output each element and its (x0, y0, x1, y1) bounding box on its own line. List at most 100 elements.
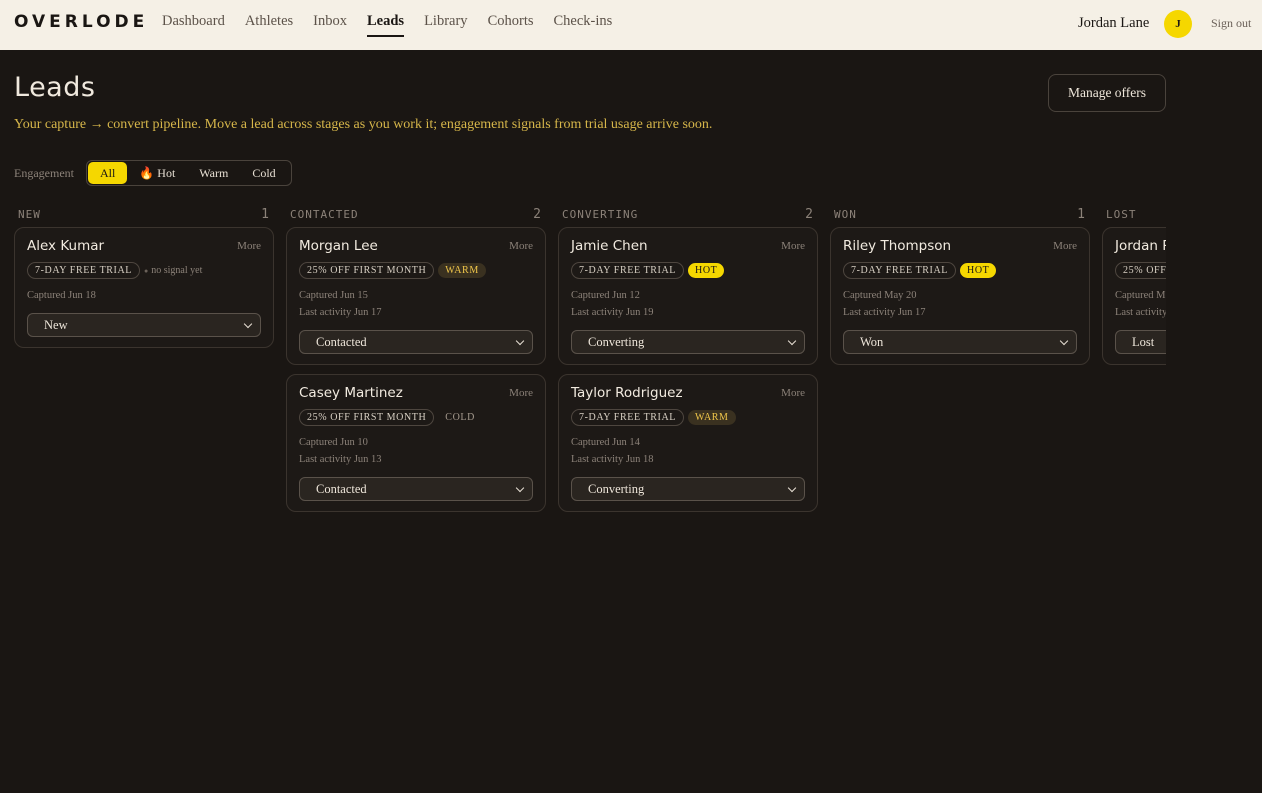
more-button[interactable]: More (781, 387, 805, 399)
nav-inbox[interactable]: Inbox (313, 13, 347, 37)
column-lost: LOST Jordan R 25% OFF Captured M Last ac… (1102, 201, 1166, 374)
last-activity: Last activity Jun 18 (571, 454, 654, 465)
user-name: Jordan Lane (1078, 15, 1150, 31)
lead-tags: 7-DAY FREE TRIAL no signal yet (27, 260, 261, 280)
last-activity: Last activity Jun 17 (843, 307, 926, 318)
column-label: NEW (18, 207, 41, 221)
column-header: NEW 1 (14, 201, 274, 227)
lead-meta: Captured Jun 18 (27, 287, 261, 304)
last-activity: Last activity (1115, 307, 1166, 318)
column-header: CONTACTED 2 (286, 201, 546, 227)
offer-badge: 7-DAY FREE TRIAL (571, 261, 685, 279)
last-activity: Last activity Jun 13 (299, 454, 382, 465)
column-label: CONTACTED (290, 207, 359, 221)
nav-library[interactable]: Library (424, 13, 467, 37)
more-button[interactable]: More (509, 387, 533, 399)
captured-date: Captured Jun 18 (27, 290, 96, 301)
stage-select[interactable]: Converting (571, 477, 805, 501)
lead-name: Jamie Chen (571, 238, 648, 254)
engagement-badge: HOT (960, 262, 997, 278)
engagement-badge: WARM (438, 262, 486, 278)
captured-date: Captured Jun 10 (299, 437, 368, 448)
offer-badge: 25% OFF FIRST MONTH (299, 408, 435, 426)
nav-athletes[interactable]: Athletes (245, 13, 293, 37)
main-nav: Dashboard Athletes Inbox Leads Library C… (162, 13, 612, 37)
lead-tags: 25% OFF FIRST MONTH WARM (299, 260, 533, 280)
column-new: NEW 1 Alex Kumar More 7-DAY FREE TRIAL n… (14, 201, 274, 357)
column-header: CONVERTING 2 (558, 201, 818, 227)
captured-date: Captured Jun 14 (571, 437, 640, 448)
column-label: WON (834, 207, 857, 221)
lead-meta: Captured Jun 10 Last activity Jun 13 (299, 434, 533, 468)
lead-card[interactable]: Riley Thompson More 7-DAY FREE TRIAL HOT… (830, 227, 1090, 365)
last-activity: Last activity Jun 17 (299, 307, 382, 318)
lead-tags: 25% OFF (1115, 260, 1166, 280)
lead-card[interactable]: Taylor Rodriguez More 7-DAY FREE TRIAL W… (558, 374, 818, 512)
lead-card[interactable]: Morgan Lee More 25% OFF FIRST MONTH WARM… (286, 227, 546, 365)
lead-card[interactable]: Alex Kumar More 7-DAY FREE TRIAL no sign… (14, 227, 274, 348)
lead-meta: Captured Jun 15 Last activity Jun 17 (299, 287, 533, 321)
lead-name: Casey Martinez (299, 385, 403, 401)
pipeline-board: NEW 1 Alex Kumar More 7-DAY FREE TRIAL n… (14, 201, 1166, 761)
stage-select[interactable]: Lost (1115, 330, 1166, 354)
more-button[interactable]: More (509, 240, 533, 252)
last-activity: Last activity Jun 19 (571, 307, 654, 318)
column-label: LOST (1106, 207, 1137, 221)
column-header: LOST (1102, 201, 1166, 227)
engagement-badge: no signal yet (144, 263, 209, 278)
more-button[interactable]: More (1053, 240, 1077, 252)
column-converting: CONVERTING 2 Jamie Chen More 7-DAY FREE … (558, 201, 818, 521)
brand-logo[interactable]: OVERLODE (14, 12, 148, 32)
page-title: Leads (14, 72, 96, 103)
lead-name: Riley Thompson (843, 238, 952, 254)
captured-date: Captured Jun 15 (299, 290, 368, 301)
avatar[interactable]: J (1164, 10, 1192, 38)
offer-badge: 7-DAY FREE TRIAL (843, 261, 957, 279)
offer-badge: 7-DAY FREE TRIAL (571, 408, 685, 426)
filter-warm[interactable]: Warm (187, 162, 240, 184)
engagement-badge: HOT (688, 262, 725, 278)
stage-select[interactable]: Converting (571, 330, 805, 354)
stage-select[interactable]: Won (843, 330, 1077, 354)
stage-select[interactable]: Contacted (299, 330, 533, 354)
stage-select[interactable]: Contacted (299, 477, 533, 501)
nav-cohorts[interactable]: Cohorts (488, 13, 534, 37)
engagement-filter: All 🔥 Hot Warm Cold (86, 160, 292, 186)
lead-tags: 7-DAY FREE TRIAL HOT (843, 260, 1077, 280)
column-header: WON 1 (830, 201, 1090, 227)
lead-tags: 25% OFF FIRST MONTH COLD (299, 407, 533, 427)
offer-badge: 25% OFF FIRST MONTH (299, 261, 435, 279)
column-count: 1 (1077, 206, 1086, 222)
lead-meta: Captured May 20 Last activity Jun 17 (843, 287, 1077, 321)
lead-name: Alex Kumar (27, 238, 105, 254)
column-label: CONVERTING (562, 207, 639, 221)
more-button[interactable]: More (781, 240, 805, 252)
filter-hot[interactable]: 🔥 Hot (127, 162, 187, 184)
offer-badge: 25% OFF (1115, 261, 1166, 279)
lead-card[interactable]: Jamie Chen More 7-DAY FREE TRIAL HOT Cap… (558, 227, 818, 365)
filter-all[interactable]: All (88, 162, 128, 184)
nav-dashboard[interactable]: Dashboard (162, 13, 225, 37)
lead-name: Taylor Rodriguez (571, 385, 683, 401)
sign-out-link[interactable]: Sign out (1211, 16, 1251, 31)
column-won: WON 1 Riley Thompson More 7-DAY FREE TRI… (830, 201, 1090, 374)
nav-leads[interactable]: Leads (367, 13, 405, 37)
column-contacted: CONTACTED 2 Morgan Lee More 25% OFF FIRS… (286, 201, 546, 521)
top-nav-bar: OVERLODE Dashboard Athletes Inbox Leads … (0, 0, 1262, 50)
engagement-badge: COLD (445, 411, 475, 423)
manage-offers-button[interactable]: Manage offers (1048, 74, 1166, 112)
captured-date: Captured M (1115, 290, 1166, 301)
filter-cold[interactable]: Cold (240, 162, 287, 184)
column-count: 2 (533, 206, 542, 222)
offer-badge: 7-DAY FREE TRIAL (27, 261, 141, 279)
lead-meta: Captured M Last activity (1115, 287, 1166, 321)
stage-select[interactable]: New (27, 313, 261, 337)
nav-check-ins[interactable]: Check-ins (553, 13, 612, 37)
lead-name: Jordan R (1115, 238, 1166, 254)
more-button[interactable]: More (237, 240, 261, 252)
lead-card[interactable]: Casey Martinez More 25% OFF FIRST MONTH … (286, 374, 546, 512)
captured-date: Captured May 20 (843, 290, 917, 301)
lead-tags: 7-DAY FREE TRIAL WARM (571, 407, 805, 427)
lead-card[interactable]: Jordan R 25% OFF Captured M Last activit… (1102, 227, 1166, 365)
lead-tags: 7-DAY FREE TRIAL HOT (571, 260, 805, 280)
